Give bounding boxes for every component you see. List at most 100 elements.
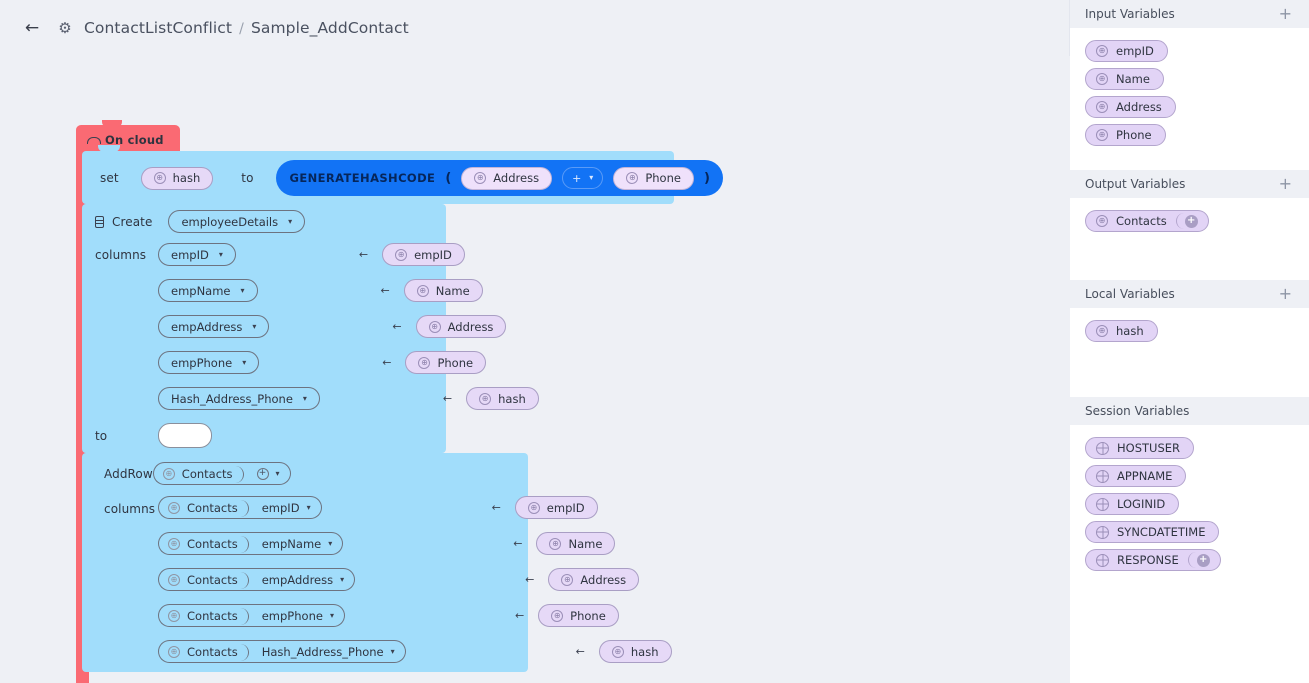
- close-paren: ): [703, 170, 710, 186]
- sidebar-section-title: Session Variables: [1085, 404, 1190, 418]
- addrow-target-actions[interactable]: + ▾: [242, 462, 291, 485]
- addrow-column-label: empPhone: [261, 608, 323, 623]
- sidebar-variable-item[interactable]: RESPONSE +: [1085, 549, 1221, 571]
- sidebar-variable-item[interactable]: HOSTUSER: [1085, 437, 1194, 459]
- sidebar-variable-item[interactable]: ⊕ Phone: [1085, 124, 1166, 146]
- to-label: to: [241, 171, 254, 185]
- workflow-canvas[interactable]: On cloud set ⊕ hash to GENERATEHASHCODE: [0, 56, 1070, 683]
- add-variable-button[interactable]: +: [1279, 176, 1292, 192]
- create-table-block[interactable]: Create employeeDetails ▾ columns empID ▾ ←…: [82, 198, 539, 453]
- addrow-mapping-row: ⊕ Contacts empPhone ▾ ← ⊕ Phone: [158, 604, 672, 627]
- variable-label: HOSTUSER: [1117, 441, 1180, 455]
- sidebar-variable-item[interactable]: ⊕ empID: [1085, 40, 1168, 62]
- sidebar-variable-item[interactable]: APPNAME: [1085, 465, 1187, 487]
- sidebar-variable-item[interactable]: ⊕ Contacts +: [1085, 210, 1209, 232]
- sidebar-variable-item[interactable]: ⊕ hash: [1085, 320, 1158, 342]
- create-value-label: hash: [498, 391, 526, 406]
- create-value-chip[interactable]: ⊕ empID: [382, 243, 465, 266]
- addrow-column-dropdown[interactable]: empPhone ▾: [247, 604, 345, 627]
- sidebar-section-body: HOSTUSER APPNAME LOGINID SYNCDATETIME RESPON…: [1070, 425, 1309, 571]
- mapping-arrow-icon: ←: [525, 573, 535, 586]
- breadcrumb-page[interactable]: Sample_AddContact: [251, 19, 409, 37]
- event-block-on-cloud[interactable]: On cloud: [76, 120, 180, 683]
- input-variable-icon: ⊕: [1096, 45, 1108, 57]
- sidebar-section-header: Session Variables: [1070, 397, 1309, 425]
- expr-arg2-chip[interactable]: ⊕ Phone: [613, 166, 694, 190]
- set-variable-block[interactable]: set ⊕ hash to GENERATEHASHCODE ( ⊕ Addre…: [82, 145, 723, 204]
- create-value-chip[interactable]: ⊕ Phone: [405, 351, 487, 374]
- addrow-value-label: hash: [630, 644, 659, 659]
- create-column-dropdown[interactable]: empPhone ▾: [158, 351, 260, 374]
- back-arrow-icon[interactable]: ←: [22, 18, 42, 38]
- create-column-dropdown[interactable]: empName ▾: [158, 279, 258, 302]
- table-icon: [95, 215, 104, 228]
- add-variable-button[interactable]: +: [1279, 6, 1292, 22]
- addrow-target-chip[interactable]: ⊕ Contacts: [152, 462, 244, 485]
- sidebar-variable-item[interactable]: ⊕ Address: [1085, 96, 1176, 118]
- set-target-label: hash: [172, 171, 201, 185]
- create-column-dropdown[interactable]: empAddress ▾: [158, 315, 270, 338]
- addrow-value-chip[interactable]: ⊕ Name: [536, 532, 616, 555]
- gear-icon[interactable]: ⚙: [56, 19, 74, 37]
- create-mapping-row: empAddress ▾ ← ⊕ Address: [158, 315, 539, 338]
- create-column-dropdown[interactable]: empID ▾: [158, 243, 236, 266]
- chevron-down-icon: ▾: [242, 357, 247, 367]
- addrow-value-label: Address: [580, 572, 627, 587]
- addrow-scope-chip[interactable]: ⊕ Contacts: [158, 496, 249, 519]
- add-variable-button[interactable]: +: [1279, 286, 1292, 302]
- addrow-value-chip[interactable]: ⊕ hash: [598, 640, 672, 663]
- addrow-scope-chip[interactable]: ⊕ Contacts: [158, 532, 249, 555]
- variable-add-button[interactable]: +: [1175, 210, 1209, 232]
- variable-chip[interactable]: RESPONSE: [1085, 549, 1189, 571]
- addrow-value-chip[interactable]: ⊕ Phone: [538, 604, 619, 627]
- create-mapping-row: empName ▾ ← ⊕ Name: [158, 279, 539, 302]
- addrow-value-chip[interactable]: ⊕ Address: [548, 568, 640, 591]
- addrow-column-dropdown[interactable]: empName ▾: [247, 532, 344, 555]
- addrow-scope-chip[interactable]: ⊕ Contacts: [158, 604, 249, 627]
- create-column-label: empPhone: [171, 355, 233, 370]
- create-value-chip[interactable]: ⊕ Name: [403, 279, 483, 302]
- sidebar-section-header: Output Variables +: [1070, 170, 1309, 198]
- add-field-icon[interactable]: +: [256, 467, 269, 480]
- variable-add-button[interactable]: +: [1187, 549, 1221, 571]
- sidebar-variable-item[interactable]: SYNCDATETIME: [1085, 521, 1220, 543]
- addrow-block[interactable]: AddRow ⊕ Contacts + ▾ columns ⊕ Contacts e…: [82, 447, 672, 672]
- create-column-label: empAddress: [171, 319, 243, 334]
- addrow-column-dropdown[interactable]: empID ▾: [247, 496, 322, 519]
- variable-icon: ⊕: [168, 501, 180, 514]
- breadcrumb-separator: /: [239, 21, 244, 37]
- create-column-dropdown[interactable]: Hash_Address_Phone ▾: [158, 387, 320, 410]
- input-variable-icon: ⊕: [1096, 101, 1108, 113]
- addrow-scope-chip[interactable]: ⊕ Contacts: [158, 568, 249, 591]
- sidebar-variable-item[interactable]: ⊕ Name: [1085, 68, 1164, 90]
- addrow-target-label: Contacts: [181, 466, 233, 481]
- addrow-scope-label: Contacts: [187, 536, 238, 551]
- operator-dropdown[interactable]: + ▾: [562, 167, 604, 189]
- addrow-column-dropdown[interactable]: empAddress ▾: [247, 568, 356, 591]
- variable-icon: ⊕: [551, 609, 564, 622]
- addrow-column-dropdown[interactable]: Hash_Address_Phone ▾: [247, 640, 406, 663]
- create-value-chip[interactable]: ⊕ hash: [466, 387, 539, 410]
- create-mappings-list: empID ▾ ← ⊕ empID empName ▾ ← ⊕ Name empAddress ▾ ← ⊕…: [158, 243, 539, 410]
- sidebar-variable-item[interactable]: LOGINID: [1085, 493, 1180, 515]
- create-value-label: Name: [435, 283, 470, 298]
- expression-block[interactable]: GENERATEHASHCODE ( ⊕ Address + ▾ ⊕ Phone…: [275, 160, 723, 196]
- create-value-chip[interactable]: ⊕ Address: [415, 315, 507, 338]
- event-block-header[interactable]: On cloud: [76, 120, 180, 154]
- sidebar-section-body: ⊕ hash: [1070, 308, 1309, 342]
- addrow-scope-chip[interactable]: ⊕ Contacts: [158, 640, 249, 663]
- create-table-dropdown[interactable]: employeeDetails ▾: [168, 210, 306, 233]
- addrow-scope-label: Contacts: [187, 572, 238, 587]
- addrow-scope-label: Contacts: [187, 500, 238, 515]
- chevron-down-icon: ▾: [340, 574, 345, 584]
- chevron-down-icon: ▾: [306, 502, 311, 512]
- open-paren: (: [445, 170, 452, 186]
- expr-arg1-chip[interactable]: ⊕ Address: [461, 166, 553, 190]
- breadcrumb-project[interactable]: ContactListConflict: [84, 19, 232, 37]
- addrow-value-chip[interactable]: ⊕ empID: [514, 496, 598, 519]
- variable-chip[interactable]: ⊕ Contacts: [1085, 210, 1177, 232]
- set-target-chip[interactable]: ⊕ hash: [140, 166, 214, 190]
- create-to-input[interactable]: [158, 423, 212, 448]
